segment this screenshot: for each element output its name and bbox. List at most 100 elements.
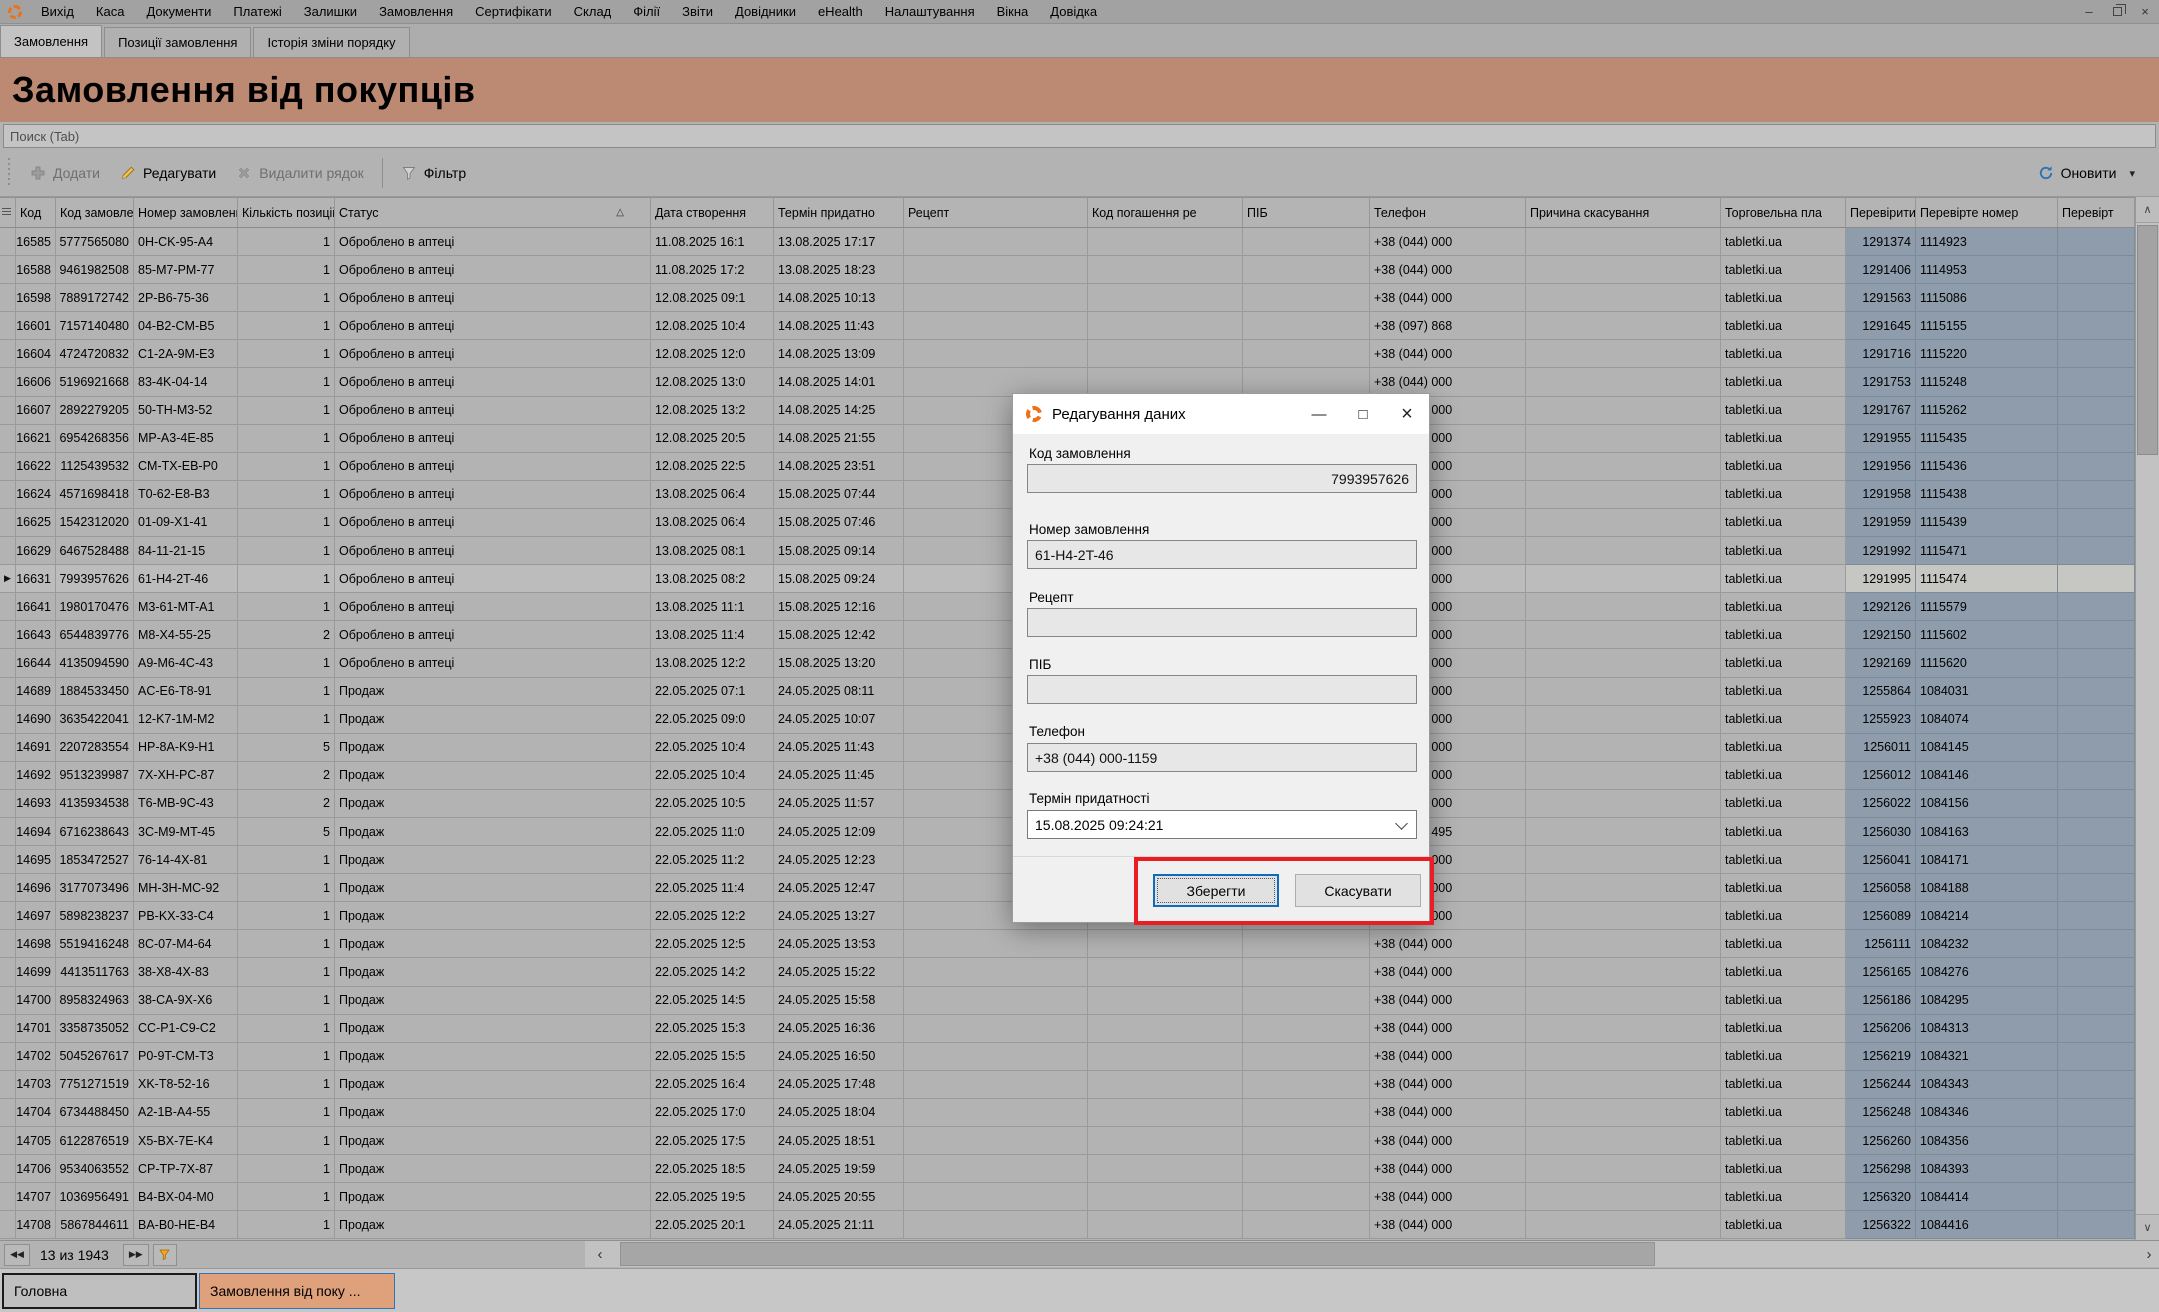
horizontal-scrollbar[interactable]: ‹ ›: [585, 1241, 2159, 1267]
scroll-up-icon[interactable]: ∧: [2136, 197, 2159, 223]
column-header-status[interactable]: Статус△: [335, 198, 651, 227]
cell-platform: tabletki.ua: [1721, 1015, 1846, 1043]
table-row[interactable]: 147025045267617P0-9T-CM-T31Продаж22.05.2…: [0, 1043, 2135, 1071]
cell-check1: 1256041: [1846, 846, 1916, 874]
save-button[interactable]: Зберегти: [1153, 874, 1279, 907]
search-input[interactable]: [3, 124, 2156, 148]
cell-recipe: [904, 312, 1088, 340]
last-record-button[interactable]: ▶▶: [123, 1244, 149, 1266]
column-header-order_number[interactable]: Номер замовленн: [134, 198, 238, 227]
column-header-check3[interactable]: Перевірт: [2058, 198, 2135, 227]
menu-item-10[interactable]: Довідники: [724, 0, 807, 23]
column-header-platform[interactable]: Торговельна пла: [1721, 198, 1846, 227]
column-header-code[interactable]: Код: [16, 198, 56, 227]
column-header-created[interactable]: Дата створення: [651, 198, 774, 227]
minimize-icon[interactable]: –: [2075, 0, 2103, 23]
menu-item-7[interactable]: Склад: [563, 0, 623, 23]
table-row[interactable]: 147071036956491B4-BX-04-M01Продаж22.05.2…: [0, 1183, 2135, 1211]
menu-item-6[interactable]: Сертифікати: [464, 0, 563, 23]
expiry-combobox[interactable]: 15.08.2025 09:24:21: [1027, 810, 1417, 839]
table-row[interactable]: 147069534063552CP-TP-7X-871Продаж22.05.2…: [0, 1155, 2135, 1183]
menu-item-2[interactable]: Документи: [135, 0, 222, 23]
column-header-check2[interactable]: Перевірте номер: [1916, 198, 2058, 227]
cell-expires: 24.05.2025 18:51: [774, 1127, 904, 1155]
scroll-right-icon[interactable]: ›: [2139, 1241, 2159, 1267]
table-row[interactable]: 14700895832496338-CA-9X-X61Продаж22.05.2…: [0, 987, 2135, 1015]
menu-item-14[interactable]: Довідка: [1039, 0, 1108, 23]
refresh-button[interactable]: Оновити ▾: [2028, 159, 2145, 187]
menu-item-1[interactable]: Каса: [85, 0, 136, 23]
column-header-phone[interactable]: Телефон: [1370, 198, 1526, 227]
filter-button[interactable]: Фільтр: [391, 159, 476, 187]
vertical-scrollbar-thumb[interactable]: [2137, 225, 2158, 455]
column-header-redeem_code[interactable]: Код погашення ре: [1088, 198, 1243, 227]
cancel-button[interactable]: Скасувати: [1295, 874, 1421, 907]
column-header-recipe[interactable]: Рецепт: [904, 198, 1088, 227]
cell-platform: tabletki.ua: [1721, 368, 1846, 396]
table-row[interactable]: 147046734488450A2-1B-A4-551Продаж22.05.2…: [0, 1099, 2135, 1127]
chevron-down-icon[interactable]: [1395, 817, 1408, 830]
scroll-left-icon[interactable]: ‹: [585, 1241, 615, 1267]
menu-item-9[interactable]: Звіти: [671, 0, 724, 23]
recipe-field[interactable]: [1027, 608, 1417, 637]
menu-item-11[interactable]: eHealth: [807, 0, 874, 23]
menu-item-5[interactable]: Замовлення: [368, 0, 464, 23]
column-header-sel[interactable]: [0, 198, 16, 227]
menu-item-3[interactable]: Платежі: [222, 0, 292, 23]
cell-check3: [2058, 958, 2135, 986]
table-row[interactable]: 1659878891727422P-B6-75-361Оброблено в а…: [0, 284, 2135, 312]
close-icon[interactable]: ×: [2131, 0, 2159, 23]
cell-check3: [2058, 481, 2135, 509]
table-row[interactable]: 147013358735052CC-P1-C9-C21Продаж22.05.2…: [0, 1015, 2135, 1043]
tab-zamovlennya[interactable]: Замовлення: [0, 25, 102, 57]
pib-field[interactable]: [1027, 675, 1417, 704]
first-record-button[interactable]: ◀◀: [4, 1244, 30, 1266]
tab-istoriya-zminy-poryadku[interactable]: Історія зміни порядку: [253, 27, 409, 57]
vertical-scrollbar[interactable]: ∧ ∨: [2135, 197, 2159, 1240]
menu-item-13[interactable]: Вікна: [986, 0, 1040, 23]
cell-status: Продаж: [335, 790, 651, 818]
menu-item-4[interactable]: Залишки: [293, 0, 368, 23]
menu-item-8[interactable]: Філії: [622, 0, 671, 23]
cell-expires: 24.05.2025 21:11: [774, 1211, 904, 1239]
order-code-field[interactable]: [1027, 464, 1417, 493]
table-row[interactable]: 16601715714048004-B2-CM-B51Оброблено в а…: [0, 312, 2135, 340]
table-row[interactable]: 147037751271519XK-T8-52-161Продаж22.05.2…: [0, 1071, 2135, 1099]
table-row[interactable]: 147056122876519X5-BX-7E-K41Продаж22.05.2…: [0, 1127, 2135, 1155]
horizontal-scrollbar-thumb[interactable]: [620, 1242, 1655, 1266]
table-row[interactable]: 1469855194162488C-07-M4-641Продаж22.05.2…: [0, 930, 2135, 958]
table-row[interactable]: 1658557775650800H-CK-95-A41Оброблено в а…: [0, 228, 2135, 256]
cell-status: Продаж: [335, 902, 651, 930]
grid-filter-button[interactable]: [153, 1244, 177, 1266]
column-header-qty[interactable]: Кількість позицій: [238, 198, 335, 227]
column-header-pib[interactable]: ПІБ: [1243, 198, 1370, 227]
taskbar-home-button[interactable]: Головна: [2, 1273, 197, 1309]
taskbar-current-window-button[interactable]: Замовлення від поку ...: [199, 1273, 395, 1309]
dialog-minimize-icon[interactable]: —: [1297, 394, 1341, 434]
add-button[interactable]: Додати: [20, 159, 110, 187]
menu-item-0[interactable]: Вихід: [30, 0, 85, 23]
restore-icon[interactable]: [2103, 0, 2131, 23]
column-header-check1[interactable]: Перевірити: [1846, 198, 1916, 227]
cell-qty: 1: [238, 228, 335, 256]
table-row[interactable]: 147085867844611BA-B0-HE-B41Продаж22.05.2…: [0, 1211, 2135, 1239]
table-row[interactable]: 14699441351176338-X8-4X-831Продаж22.05.2…: [0, 958, 2135, 986]
phone-field[interactable]: [1027, 743, 1417, 772]
menu-item-12[interactable]: Налаштування: [874, 0, 986, 23]
dialog-titlebar[interactable]: Редагування даних — □ ×: [1013, 394, 1429, 434]
delete-row-button[interactable]: Видалити рядок: [226, 159, 374, 187]
dialog-maximize-icon[interactable]: □: [1341, 394, 1385, 434]
edit-button[interactable]: Редагувати: [110, 159, 226, 187]
cell-expires: 14.08.2025 21:55: [774, 425, 904, 453]
column-header-cancel_reason[interactable]: Причина скасування: [1526, 198, 1721, 227]
tab-pozytsii-zamovlennya[interactable]: Позиції замовлення: [104, 27, 251, 57]
table-row[interactable]: 16588946198250885-M7-PM-771Оброблено в а…: [0, 256, 2135, 284]
dialog-close-icon[interactable]: ×: [1385, 394, 1429, 434]
column-header-expires[interactable]: Термін придатно: [774, 198, 904, 227]
chevron-down-icon[interactable]: ▾: [2129, 167, 2135, 180]
table-row[interactable]: 166044724720832C1-2A-9M-E31Оброблено в а…: [0, 340, 2135, 368]
order-number-field[interactable]: [1027, 540, 1417, 569]
column-header-order_code[interactable]: Код замовлен: [56, 198, 134, 227]
scroll-down-icon[interactable]: ∨: [2136, 1214, 2159, 1240]
cell-cancel_reason: [1526, 565, 1721, 593]
